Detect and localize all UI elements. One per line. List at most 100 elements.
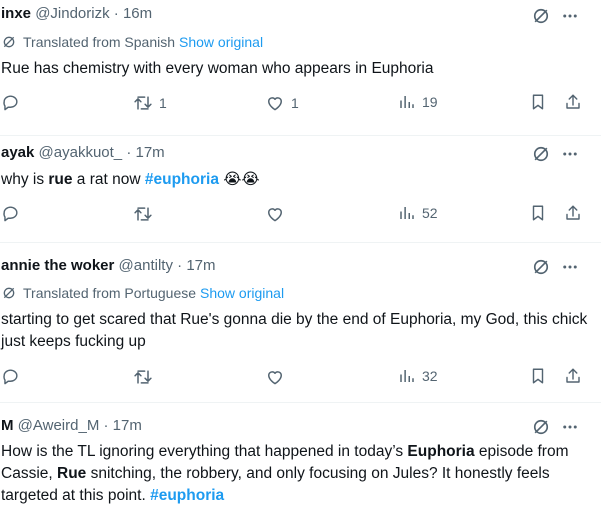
tweet-text: How is the TL ignoring everything that h…	[1, 441, 591, 507]
author-name[interactable]: annie the woker	[1, 257, 114, 274]
bookmark-icon	[529, 204, 547, 222]
tweet-text: Rue has chemistry with every woman who a…	[1, 60, 434, 77]
tweet-header: inxe @Jindorizk · 16m	[1, 5, 152, 22]
retweet-button[interactable]	[133, 367, 153, 387]
tweet-header: M @Aweird_M · 17m	[1, 417, 142, 434]
views-count: 32	[422, 368, 438, 384]
text-part: a rat now	[72, 171, 145, 188]
bookmark-icon	[529, 367, 547, 385]
separator: ·	[126, 144, 132, 161]
views-count: 19	[422, 94, 438, 110]
retweet-icon	[133, 204, 153, 224]
more-icon[interactable]	[561, 418, 579, 436]
not-interested-icon[interactable]	[531, 257, 551, 277]
bookmark-button[interactable]	[529, 367, 547, 385]
reply-icon	[1, 367, 20, 386]
tweet-top-icons	[531, 144, 579, 164]
reply-button[interactable]	[1, 367, 20, 386]
retweet-icon	[133, 367, 153, 387]
like-icon	[265, 93, 285, 113]
views-button[interactable]: 32	[398, 367, 438, 385]
more-icon[interactable]	[561, 7, 579, 25]
translated-label: Translated from	[23, 34, 121, 50]
emoji: 😭😭	[218, 171, 260, 188]
bookmark-icon	[529, 93, 547, 111]
like-button[interactable]	[265, 204, 285, 224]
like-icon	[265, 204, 285, 224]
share-icon	[564, 367, 582, 385]
translated-language: Spanish	[124, 34, 175, 50]
text-part: why is	[1, 171, 49, 188]
timestamp[interactable]: 17m	[136, 144, 165, 161]
author-name[interactable]: ayak	[1, 144, 34, 161]
author-name[interactable]: M	[1, 417, 14, 434]
like-count: 1	[291, 95, 299, 111]
like-button[interactable]	[265, 367, 285, 387]
translation-note: Translated from Portuguese Show original	[1, 285, 284, 301]
action-bar: 52	[0, 204, 601, 226]
author-handle[interactable]: @Jindorizk	[35, 5, 109, 22]
tweet-header: ayak @ayakkuot_ · 17m	[1, 144, 165, 161]
not-interested-icon[interactable]	[531, 144, 551, 164]
separator: ·	[177, 257, 183, 274]
action-bar: 32	[0, 367, 601, 389]
translate-icon	[1, 285, 17, 301]
separator: ·	[103, 417, 109, 434]
not-interested-icon[interactable]	[531, 417, 551, 437]
share-icon	[564, 204, 582, 222]
show-original-link[interactable]: Show original	[200, 285, 284, 301]
more-icon[interactable]	[561, 145, 579, 163]
views-icon	[398, 367, 416, 385]
reply-button[interactable]	[1, 204, 20, 223]
timestamp[interactable]: 16m	[123, 5, 152, 22]
keyword-rue: Rue	[57, 465, 87, 482]
hashtag-link[interactable]: #euphoria	[145, 171, 219, 188]
bookmark-button[interactable]	[529, 93, 547, 111]
retweet-icon	[133, 93, 153, 113]
show-original-link[interactable]: Show original	[179, 34, 263, 50]
not-interested-icon[interactable]	[531, 6, 551, 26]
author-handle[interactable]: @antilty	[119, 257, 173, 274]
more-icon[interactable]	[561, 258, 579, 276]
translation-note: Translated from Spanish Show original	[1, 34, 263, 50]
author-handle[interactable]: @Aweird_M	[18, 417, 100, 434]
tweet-top-icons	[531, 417, 579, 437]
author-handle[interactable]: @ayakkuot_	[39, 144, 123, 161]
translate-icon	[1, 34, 17, 50]
retweet-button[interactable]: 1	[133, 93, 167, 113]
views-icon	[398, 93, 416, 111]
tweet-top-icons	[531, 6, 579, 26]
keyword-euphoria: Euphoria	[407, 443, 475, 460]
tweet-header: annie the woker @antilty · 17m	[1, 257, 216, 274]
bookmark-button[interactable]	[529, 204, 547, 222]
share-button[interactable]	[564, 204, 582, 222]
keyword-rue: rue	[48, 171, 73, 188]
retweet-count: 1	[159, 95, 167, 111]
timestamp[interactable]: 17m	[186, 257, 215, 274]
action-bar: 1 1 19	[0, 93, 601, 115]
share-button[interactable]	[564, 93, 582, 111]
like-icon	[265, 367, 285, 387]
reply-icon	[1, 204, 20, 223]
tweet-1[interactable]: inxe @Jindorizk · 16m Translated from Sp…	[0, 0, 601, 136]
share-button[interactable]	[564, 367, 582, 385]
tweet-2[interactable]: ayak @ayakkuot_ · 17m why is rue a rat n…	[0, 136, 601, 243]
tweet-4[interactable]: M @Aweird_M · 17m How is the TL ignoring…	[0, 403, 601, 525]
tweet-text: starting to get scared that Rue's gonna …	[1, 311, 588, 350]
retweet-button[interactable]	[133, 204, 153, 224]
tweet-3[interactable]: annie the woker @antilty · 17m Translate…	[0, 243, 601, 403]
reply-button[interactable]	[1, 93, 20, 112]
views-button[interactable]: 19	[398, 93, 438, 111]
author-name[interactable]: inxe	[1, 5, 31, 22]
translated-label: Translated from	[23, 285, 121, 301]
reply-icon	[1, 93, 20, 112]
separator: ·	[113, 5, 119, 22]
views-button[interactable]: 52	[398, 204, 438, 222]
tweet-top-icons	[531, 257, 579, 277]
translated-language: Portuguese	[124, 285, 197, 301]
text-part: How is the TL ignoring everything that h…	[1, 443, 408, 460]
share-icon	[564, 93, 582, 111]
hashtag-link[interactable]: #euphoria	[150, 487, 224, 504]
like-button[interactable]: 1	[265, 93, 299, 113]
timestamp[interactable]: 17m	[113, 417, 142, 434]
